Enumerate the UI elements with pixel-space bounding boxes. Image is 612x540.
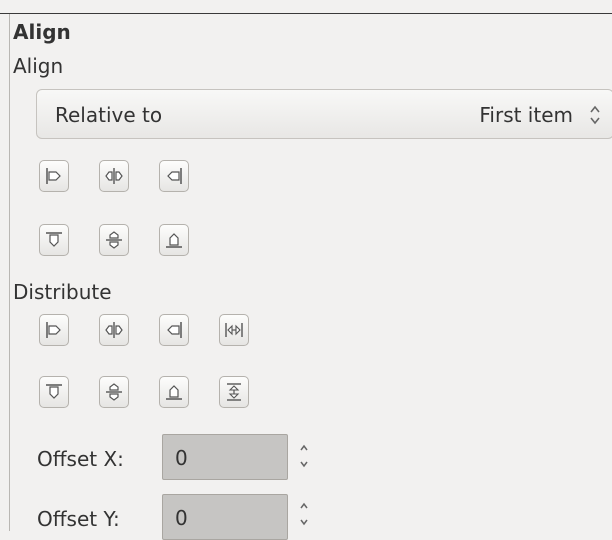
- relative-to-label: Relative to: [55, 103, 163, 127]
- align-bottom-edges-button[interactable]: [159, 224, 189, 256]
- align-bottom-edges-icon: [166, 233, 182, 248]
- distribute-centers-vertically-button[interactable]: [99, 376, 129, 408]
- align-right-edges-icon: [167, 168, 182, 184]
- center-horizontally-icon: [105, 168, 123, 184]
- align-section-label: Align: [13, 54, 64, 78]
- offset-y-spinner-icon[interactable]: [298, 499, 310, 529]
- distribute-centers-horizontally-icon: [105, 322, 123, 338]
- top-divider: [0, 13, 612, 14]
- distribute-section-label: Distribute: [13, 280, 112, 304]
- align-left-edges-icon: [46, 168, 61, 184]
- center-vertically-button[interactable]: [99, 224, 129, 256]
- offset-x-label: Offset X:: [37, 447, 124, 471]
- distribute-vertical-gaps-button[interactable]: [219, 376, 249, 408]
- distribute-centers-horizontally-button[interactable]: [99, 314, 129, 346]
- distribute-left-edges-button[interactable]: [39, 314, 69, 346]
- distribute-top-edges-button[interactable]: [39, 376, 69, 408]
- distribute-left-edges-icon: [46, 322, 61, 338]
- distribute-centers-vertically-icon: [106, 383, 122, 401]
- relative-to-combo[interactable]: Relative to First item: [36, 89, 612, 139]
- panel-left-border: [9, 14, 10, 531]
- align-right-edges-button[interactable]: [159, 160, 189, 192]
- panel-title: Align: [13, 20, 71, 44]
- distribute-horizontal-gaps-icon: [225, 323, 243, 337]
- align-top-edges-button[interactable]: [39, 224, 69, 256]
- center-horizontally-button[interactable]: [99, 160, 129, 192]
- distribute-right-edges-icon: [167, 322, 182, 338]
- offset-y-field[interactable]: 0: [162, 494, 288, 540]
- distribute-vertical-gaps-icon: [227, 383, 241, 401]
- distribute-bottom-edges-button[interactable]: [159, 376, 189, 408]
- offset-x-spinner-icon[interactable]: [298, 441, 310, 471]
- up-down-arrows-icon: [590, 105, 600, 125]
- distribute-bottom-edges-icon: [166, 385, 182, 400]
- distribute-horizontal-gaps-button[interactable]: [219, 314, 249, 346]
- distribute-top-edges-icon: [46, 384, 62, 399]
- offset-y-value: 0: [175, 506, 188, 530]
- offset-x-field[interactable]: 0: [162, 434, 288, 480]
- offset-x-value: 0: [175, 446, 188, 470]
- distribute-right-edges-button[interactable]: [159, 314, 189, 346]
- align-top-edges-icon: [46, 232, 62, 247]
- align-left-edges-button[interactable]: [39, 160, 69, 192]
- relative-to-value: First item: [479, 103, 573, 127]
- offset-y-label: Offset Y:: [37, 507, 120, 531]
- window-top-edge: [0, 0, 612, 14]
- center-vertically-icon: [106, 231, 122, 249]
